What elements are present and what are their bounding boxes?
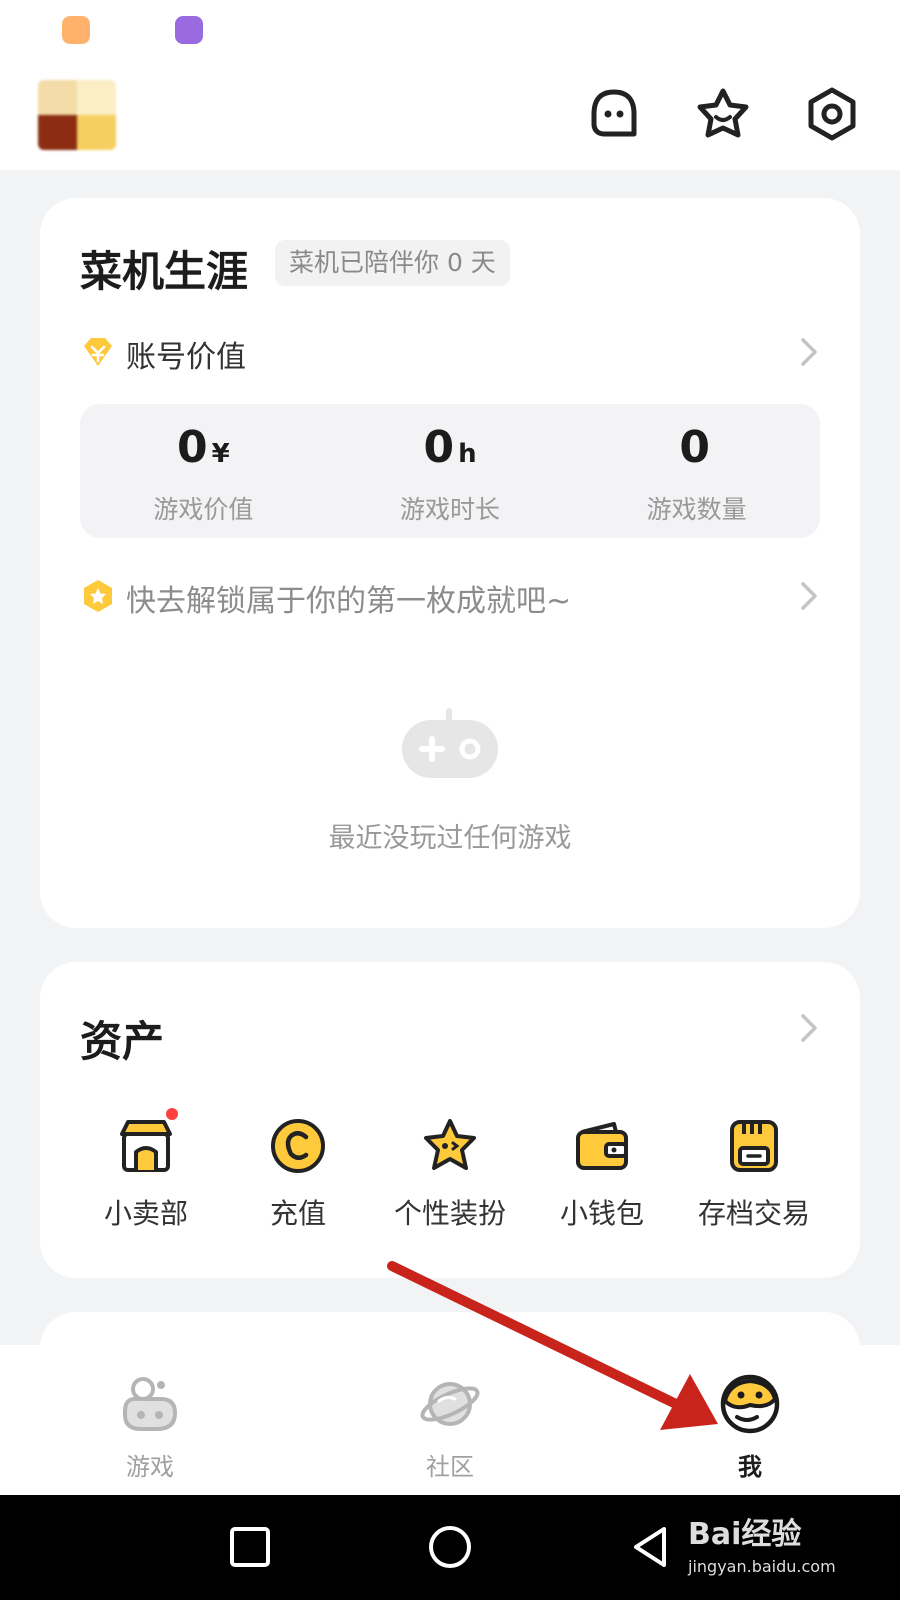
account-value-row[interactable]: 账号价值 [80,330,820,375]
save-file-icon [730,1120,778,1172]
message-icon[interactable] [584,84,644,144]
watermark-main: Bai经验 [688,1517,802,1552]
achievement-prompt: 快去解锁属于你的第一枚成就吧~ [126,584,572,619]
empty-games-text: 最近没玩过任何游戏 [328,823,572,854]
avatar[interactable] [38,80,116,150]
bottom-tab-bar: 游戏 社区 我 [0,1345,900,1495]
community-planet-icon [420,1382,480,1426]
dress-up-star-icon [424,1119,476,1170]
asset-label: 小卖部 [103,1197,188,1230]
tab-label: 我 [738,1453,762,1481]
asset-label: 小钱包 [559,1197,644,1230]
gamepad-icon [402,708,498,778]
assets-title: 资产 [80,1017,165,1066]
chevron-right-icon[interactable] [798,1012,820,1044]
tab-me[interactable]: 我 [650,1345,850,1495]
status-bar [0,0,900,62]
stat-label: 游戏价值 [153,495,254,524]
stat-value: 0 [423,422,455,473]
asset-label: 存档交易 [697,1197,810,1230]
assets-grid: 小卖部 充值 个性装扮 小钱包 存档交易 [70,1108,830,1232]
stat-play-time: 0h 游戏时长 [327,404,574,538]
back-icon[interactable] [624,1519,680,1575]
star-icon[interactable] [693,84,753,144]
asset-label: 充值 [269,1197,326,1230]
stat-value: 0 [679,422,710,473]
stat-game-value: 0 ¥ 游戏价值 [80,404,327,538]
tab-community[interactable]: 社区 [350,1345,550,1495]
notification-dot [166,1108,178,1120]
stats-panel: 0 ¥ 游戏价值 0h 游戏时长 0 游戏数量 [80,404,820,538]
asset-wallet[interactable]: 小钱包 [526,1116,678,1232]
asset-recharge[interactable]: 充值 [222,1116,374,1232]
diamond-icon [84,338,112,366]
tab-label: 社区 [426,1453,474,1481]
stat-game-count: 0 游戏数量 [573,404,820,538]
stat-unit: ¥ [211,439,230,469]
chevron-right-icon [801,582,817,610]
coin-icon [271,1119,325,1173]
watermark: Bai经验 jingyan.baidu.com [688,1509,888,1576]
asset-dress-up[interactable]: 个性装扮 [374,1116,526,1232]
watermark-sub: jingyan.baidu.com [688,1557,836,1576]
profile-header [0,62,900,170]
stat-unit: h [458,439,477,469]
asset-shop[interactable]: 小卖部 [70,1108,222,1232]
recent-apps-icon[interactable] [222,1519,278,1575]
stat-value: 0 [176,422,208,473]
game-planet-icon [123,1377,178,1431]
stat-label: 游戏时长 [400,495,501,524]
assets-card: 资产 小卖部 充值 个性装扮 小钱包 存档交易 [40,962,860,1278]
settings-icon[interactable] [802,84,862,144]
asset-save-trade[interactable]: 存档交易 [678,1116,830,1232]
achievement-badge-icon [84,580,112,612]
system-nav-bar: Bai经验 jingyan.baidu.com [0,1495,900,1600]
achievement-row[interactable]: 快去解锁属于你的第一枚成就吧~ [80,574,820,619]
career-card: 菜机生涯 菜机已陪伴你 0 天 账号价值 0 ¥ 游戏价值 0h 游戏时长 0 游… [40,198,860,928]
stat-label: 游戏数量 [646,495,747,524]
shop-icon [120,1120,172,1172]
tab-label: 游戏 [126,1453,174,1481]
wallet-icon [576,1122,628,1170]
companion-days-badge: 菜机已陪伴你 0 天 [275,240,510,286]
chevron-right-icon [801,338,817,366]
career-title: 菜机生涯 [80,247,249,296]
app-icon-orange [62,16,90,44]
tab-games[interactable]: 游戏 [50,1345,250,1495]
me-face-icon [720,1374,780,1434]
account-value-label: 账号价值 [126,340,246,375]
app-icon-purple [175,16,203,44]
home-icon[interactable] [422,1519,478,1575]
asset-label: 个性装扮 [393,1197,506,1230]
